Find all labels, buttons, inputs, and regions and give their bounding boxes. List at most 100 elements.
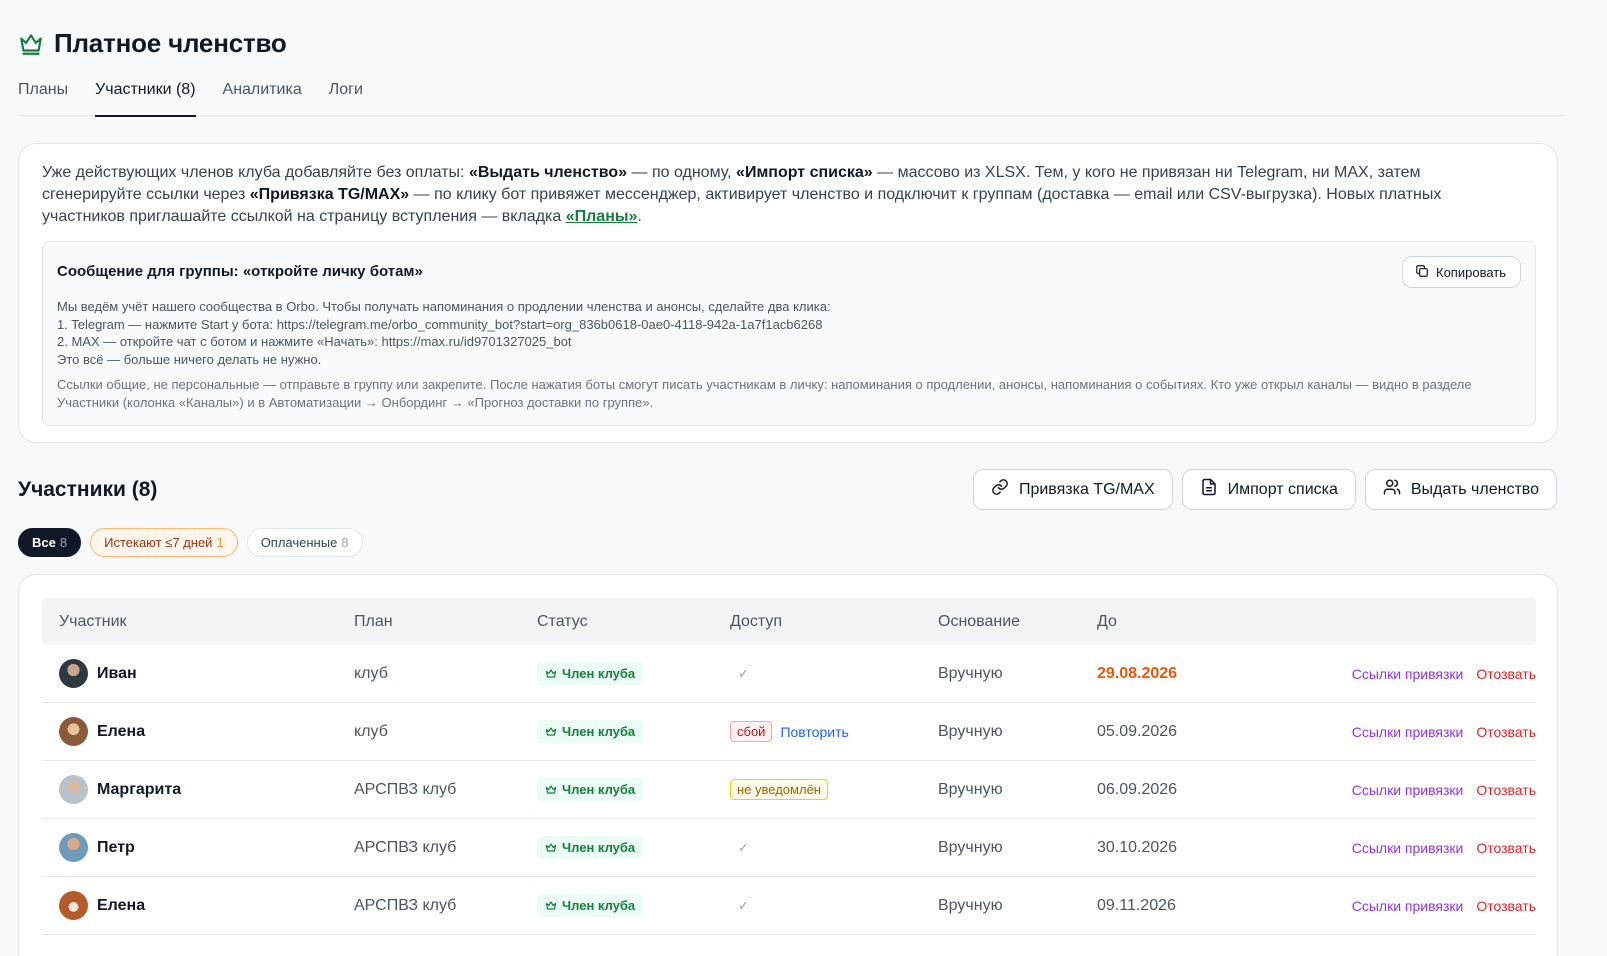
group-message-box: Сообщение для группы: «откройте личку бо… [42,241,1536,426]
avatar [59,833,88,862]
message-line: Мы ведём учёт нашего сообщества в Orbo. … [57,299,831,314]
row-actions: Ссылки привязки Отозвать [1352,819,1536,876]
not-notified-badge: не уведомлён [730,779,828,800]
info-bold-grant: «Выдать членство» [468,164,628,181]
member-name[interactable]: Елена [97,723,145,741]
binding-links-link[interactable]: Ссылки привязки [1352,840,1464,856]
binding-links-link[interactable]: Ссылки привязки [1352,898,1464,914]
member-cell: Иван [59,645,137,702]
revoke-link[interactable]: Отозвать [1476,666,1536,682]
plan-cell: клуб [354,722,388,740]
revoke-link[interactable]: Отозвать [1476,898,1536,914]
crown-icon [545,900,557,910]
crown-icon [545,842,557,852]
status-badge: Член клуба [537,662,644,685]
until-cell: 30.10.2026 [1097,838,1178,856]
status-cell: Член клуба [537,819,644,876]
check-icon: ✓ [738,839,749,855]
col-basis: Основание [938,613,1021,630]
tab-bar: Планы Участники (8) Аналитика Логи [18,78,1564,117]
binding-links-link[interactable]: Ссылки привязки [1352,782,1464,798]
group-message-note: Ссылки общие, не персональные — отправьт… [57,377,1472,410]
info-bold-link: «Привязка TG/MAX» [249,186,410,203]
until-cell: 29.08.2026 [1097,664,1178,682]
filter-label: Оплаченные [260,535,338,550]
plans-link[interactable]: «Планы» [566,208,638,225]
basis-cell: Вручную [938,896,1003,914]
status-cell: Член клуба [537,761,644,818]
check-icon: ✓ [738,897,749,913]
copy-button[interactable]: Копировать [1402,256,1521,288]
status-badge-label: Член клуба [562,666,636,681]
filter-label: Истекают ≤7 дней [104,535,213,550]
avatar [59,775,88,804]
col-until: До [1097,613,1117,630]
revoke-link[interactable]: Отозвать [1476,724,1536,740]
crown-icon [545,784,557,794]
info-text-part: Уже действующих членов клуба добавляйте … [42,164,469,181]
filter-expiring[interactable]: Истекают ≤7 дней 1 [90,528,238,557]
filter-count: 8 [341,535,349,550]
member-cell: Петр [59,819,135,876]
message-line: 1. Telegram — нажмите Start у бота: http… [57,316,823,332]
access-cell: ✓ [738,819,749,876]
message-line: 2. MAX — откройте чат с ботом и нажмите … [57,334,572,349]
status-cell: Член клуба [537,877,644,934]
grant-membership-label: Выдать членство [1410,480,1539,498]
status-badge: Член клуба [537,778,644,801]
tab-logs[interactable]: Логи [329,78,363,116]
member-cell: Елена [59,877,145,934]
import-list-button[interactable]: Импорт списка [1181,469,1356,510]
status-badge-label: Член клуба [562,782,636,797]
retry-link[interactable]: Повторить [780,724,848,740]
revoke-link[interactable]: Отозвать [1476,840,1536,856]
filter-count: 1 [216,535,224,550]
status-cell: Член клуба [537,703,644,760]
col-status: Статус [537,613,588,630]
member-cell: Елена [59,703,145,760]
avatar [59,659,88,688]
access-cell: ✓ [738,877,749,934]
binding-links-link[interactable]: Ссылки привязки [1352,666,1464,682]
filter-chips: Все 8 Истекают ≤7 дней 1 Оплаченные 8 [18,528,363,557]
basis-cell: Вручную [938,838,1003,856]
page-header: Платное членство [18,28,287,59]
avatar [59,717,88,746]
member-name[interactable]: Елена [97,897,145,915]
binding-links-link[interactable]: Ссылки привязки [1352,724,1464,740]
basis-cell: Вручную [938,722,1003,740]
status-badge-label: Член клуба [562,898,636,913]
col-access: Доступ [730,613,783,630]
member-name[interactable]: Петр [97,839,135,857]
member-cell: Маргарита [59,761,181,818]
file-icon [1200,478,1218,501]
filter-all[interactable]: Все 8 [18,528,82,557]
table-row: Елена АРСПВЗ клуб Член клуба ✓ Вручную 0… [42,877,1536,935]
link-tg-max-button[interactable]: Привязка TG/MAX [972,469,1173,510]
group-message-title: Сообщение для группы: «откройте личку бо… [57,263,423,280]
member-name[interactable]: Маргарита [97,781,181,799]
until-cell: 09.11.2026 [1097,896,1176,914]
info-text: Уже действующих членов клуба добавляйте … [42,162,1522,228]
plan-cell: АРСПВЗ клуб [354,838,457,856]
tab-members[interactable]: Участники (8) [95,78,196,117]
members-section-title: Участники (8) [18,478,158,501]
info-bold-import: «Импорт списка» [736,164,873,181]
access-cell: ✓ [738,645,749,702]
until-cell: 05.09.2026 [1097,722,1178,740]
fail-badge: сбой [730,721,773,742]
row-actions: Ссылки привязки Отозвать [1352,703,1536,760]
row-actions: Ссылки привязки Отозвать [1352,761,1536,818]
tab-analytics[interactable]: Аналитика [223,78,302,116]
revoke-link[interactable]: Отозвать [1476,782,1536,798]
col-member: Участник [59,613,127,630]
grant-membership-button[interactable]: Выдать членство [1364,469,1557,510]
until-cell: 06.09.2026 [1097,780,1178,798]
table-row: Маргарита АРСПВЗ клуб Член клуба не увед… [42,761,1536,819]
basis-cell: Вручную [938,664,1003,682]
tab-plans[interactable]: Планы [18,78,68,116]
info-text-part: . [637,208,642,225]
member-name[interactable]: Иван [97,665,137,683]
crown-icon [18,31,44,57]
filter-paid[interactable]: Оплаченные 8 [246,528,363,557]
